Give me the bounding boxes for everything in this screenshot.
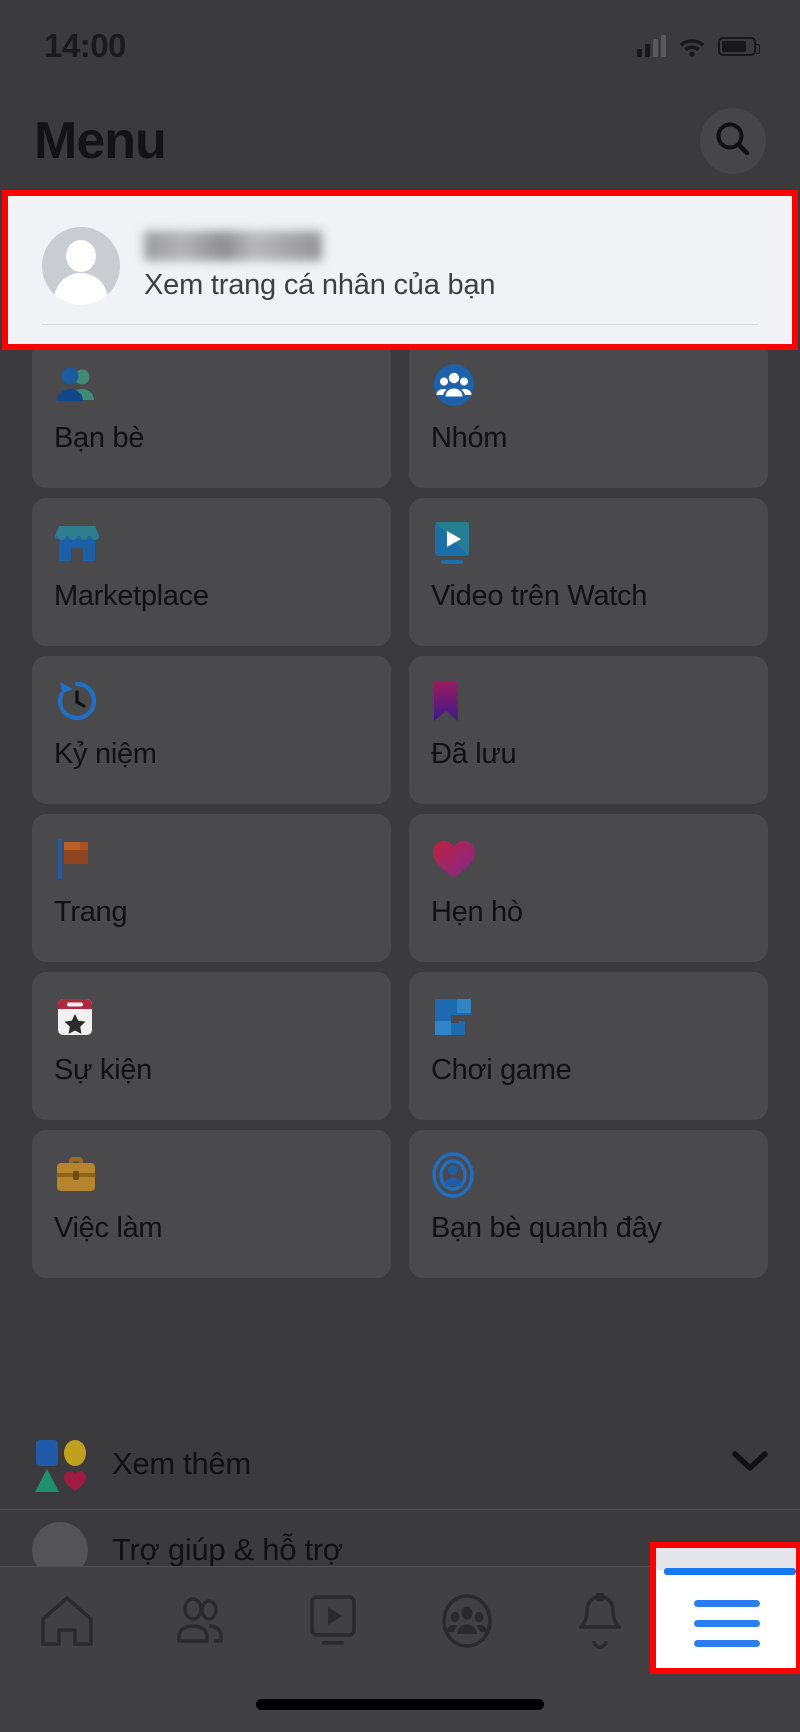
- profile-name: [144, 230, 322, 261]
- menu-tile-groups[interactable]: Nhóm: [409, 340, 768, 488]
- partial-menu-row-label: Trợ giúp & hỗ trợ: [112, 1532, 343, 1567]
- home-indicator: [256, 1699, 544, 1710]
- saved-bookmark-icon: [431, 678, 746, 724]
- friends-icon: [54, 362, 369, 408]
- menu-tile-label: Marketplace: [54, 580, 209, 612]
- bottom-nav-friends-tab[interactable]: [133, 1567, 266, 1679]
- see-more-row[interactable]: Xem thêm: [0, 1418, 800, 1510]
- menu-tile-label: Trang: [54, 896, 128, 928]
- menu-tile-saved[interactable]: Đã lưu: [409, 656, 768, 804]
- chevron-down-icon[interactable]: [732, 1450, 768, 1477]
- bottom-nav-groups-tab[interactable]: [400, 1567, 533, 1679]
- profile-text: Xem trang cá nhân của bạn: [144, 230, 496, 302]
- see-more-label: Xem thêm: [112, 1445, 251, 1481]
- profile-separator: [42, 324, 758, 325]
- menu-tile-watch[interactable]: Video trên Watch: [409, 498, 768, 646]
- menu-tile-label: Chơi game: [431, 1054, 572, 1086]
- memories-clock-icon: [54, 678, 369, 724]
- menu-tile-label: Đã lưu: [431, 738, 517, 770]
- menu-tile-pages[interactable]: Trang: [32, 814, 391, 962]
- menu-tile-label: Bạn bè quanh đây: [431, 1212, 662, 1244]
- groups-icon: [431, 362, 746, 408]
- menu-tile-gaming[interactable]: Chơi game: [409, 972, 768, 1120]
- cellular-signal-icon: [637, 35, 666, 57]
- watch-video-icon: [431, 520, 746, 566]
- marketplace-icon: [54, 520, 369, 566]
- friends-outline-icon: [172, 1595, 228, 1652]
- menu-tile-marketplace[interactable]: Marketplace: [32, 498, 391, 646]
- groups-outline-icon: [439, 1593, 495, 1654]
- menu-tab-top-band: [656, 1548, 796, 1570]
- shapes-icon: [32, 1436, 88, 1492]
- menu-tile-label: Kỷ niệm: [54, 738, 157, 770]
- menu-tab-highlight[interactable]: [650, 1542, 800, 1674]
- status-time: 14:00: [44, 27, 126, 64]
- search-button[interactable]: [700, 108, 766, 174]
- menu-tile-events[interactable]: Sự kiện: [32, 972, 391, 1120]
- menu-tile-label: Việc làm: [54, 1212, 163, 1244]
- menu-tile-jobs[interactable]: Việc làm: [32, 1130, 391, 1278]
- menu-grid: Bạn bè Nhóm Marketplace Video trên Watch…: [0, 340, 800, 1278]
- wifi-icon: [678, 36, 706, 57]
- bottom-nav-watch-tab[interactable]: [267, 1567, 400, 1679]
- nearby-friends-icon: [431, 1152, 746, 1198]
- menu-tile-label: Video trên Watch: [431, 580, 648, 612]
- bottom-nav-notifications-tab[interactable]: [533, 1567, 666, 1679]
- menu-tile-label: Bạn bè: [54, 422, 145, 454]
- page-title: Menu: [34, 112, 167, 170]
- events-calendar-icon: [54, 994, 369, 1040]
- default-avatar-icon: [42, 227, 120, 305]
- menu-tile-label: Sự kiện: [54, 1054, 152, 1086]
- status-bar: 14:00: [0, 0, 800, 92]
- bell-icon: [575, 1591, 625, 1654]
- gaming-icon: [431, 994, 746, 1040]
- profile-row-highlight[interactable]: Xem trang cá nhân của bạn: [2, 190, 798, 350]
- page-header: Menu: [0, 92, 800, 190]
- menu-tile-dating[interactable]: Hẹn hò: [409, 814, 768, 962]
- search-icon: [713, 119, 753, 164]
- menu-tab-active-indicator: [664, 1568, 796, 1575]
- facebook-menu-screen: 14:00 Menu Xem trang cá nhân của bạn Bạn…: [0, 0, 800, 1732]
- menu-tile-friends[interactable]: Bạn bè: [32, 340, 391, 488]
- menu-tile-label: Hẹn hò: [431, 896, 523, 928]
- status-icons: [637, 35, 760, 57]
- battery-icon: [718, 36, 760, 56]
- profile-row[interactable]: Xem trang cá nhân của bạn: [8, 196, 792, 314]
- pages-flag-icon: [54, 836, 369, 882]
- menu-tile-nearby-friends[interactable]: Bạn bè quanh đây: [409, 1130, 768, 1278]
- hamburger-menu-icon[interactable]: [694, 1600, 760, 1660]
- dating-heart-icon: [431, 836, 746, 882]
- jobs-briefcase-icon: [54, 1152, 369, 1198]
- profile-subtitle: Xem trang cá nhân của bạn: [144, 268, 496, 301]
- watch-play-icon: [306, 1593, 360, 1654]
- menu-tile-memories[interactable]: Kỷ niệm: [32, 656, 391, 804]
- menu-tile-label: Nhóm: [431, 422, 508, 454]
- bottom-nav-home-tab[interactable]: [0, 1567, 133, 1679]
- home-icon: [39, 1594, 95, 1653]
